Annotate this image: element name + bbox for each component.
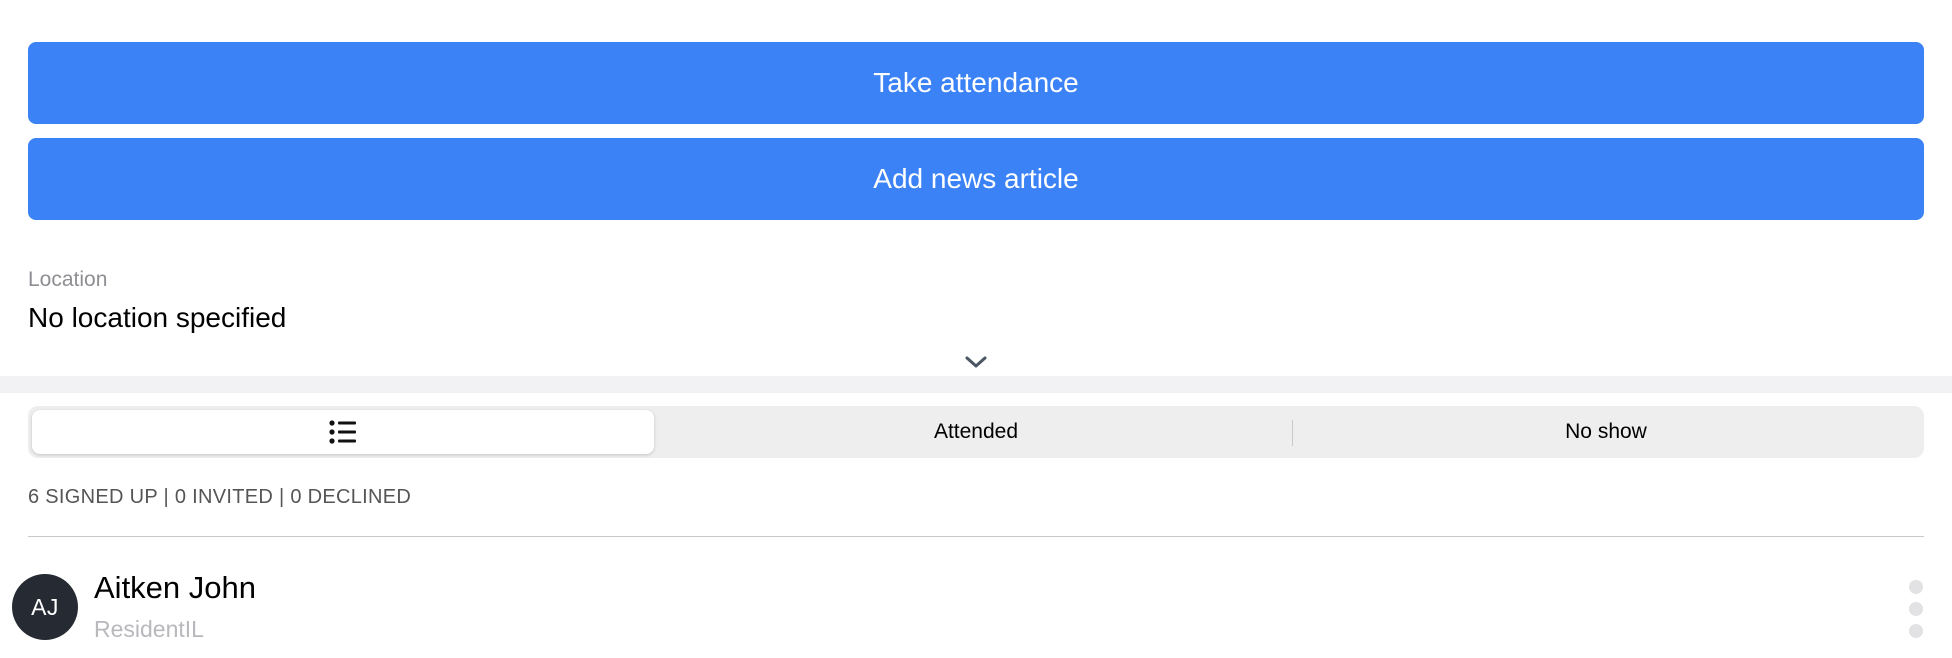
attendee-row[interactable]: AJ Aitken John ResidentIL — [0, 556, 1952, 658]
attendance-counts: 6 SIGNED UP | 0 INVITED | 0 DECLINED — [28, 486, 412, 508]
expand-location-toggle[interactable] — [961, 350, 991, 374]
more-dot-icon — [1909, 624, 1923, 638]
avatar: AJ — [12, 574, 78, 640]
section-divider — [0, 376, 1952, 393]
chevron-down-icon — [965, 356, 987, 368]
filter-tab-no-show[interactable]: No show — [1292, 410, 1920, 454]
location-label: Location — [28, 268, 108, 291]
filter-tab-all[interactable] — [32, 410, 654, 454]
more-dot-icon — [1909, 580, 1923, 594]
add-news-article-button[interactable]: Add news article — [28, 138, 1924, 220]
more-dot-icon — [1909, 602, 1923, 616]
filter-tab-attended[interactable]: Attended — [660, 410, 1292, 454]
attendance-filter: Attended No show — [28, 406, 1924, 458]
take-attendance-button[interactable]: Take attendance — [28, 42, 1924, 124]
more-options-button[interactable] — [1906, 580, 1926, 640]
location-value: No location specified — [28, 302, 287, 333]
attendee-role: ResidentIL — [94, 616, 204, 642]
list-divider — [28, 536, 1924, 537]
list-icon — [329, 420, 356, 444]
attendee-name: Aitken John — [94, 570, 256, 605]
